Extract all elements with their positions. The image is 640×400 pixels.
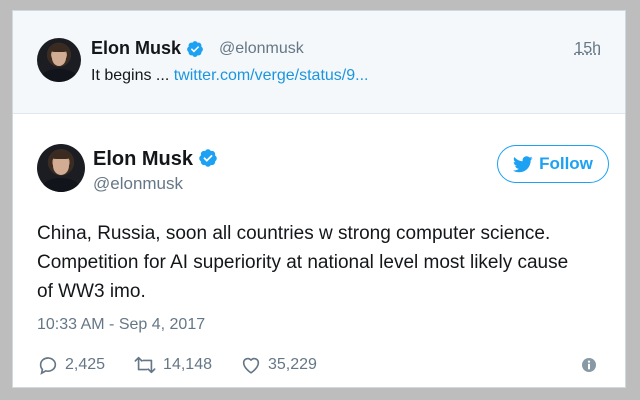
parent-author-handle[interactable]: @elonmusk	[219, 40, 304, 58]
follow-label: Follow	[539, 154, 593, 173]
heart-icon	[242, 357, 260, 374]
author-name-text[interactable]: Elon Musk	[91, 38, 181, 58]
follow-button[interactable]: Follow	[497, 145, 609, 183]
parent-tweet-link[interactable]: twitter.com/verge/status/9...	[174, 67, 369, 84]
verified-badge-icon	[187, 41, 203, 58]
reply-count: 2,425	[65, 356, 106, 373]
tweet-text-line: China, Russia, soon all countries w stro…	[37, 223, 551, 244]
tweet-actions: 2,425 14,148 35,229	[37, 353, 345, 377]
parent-timestamp[interactable]: 15h	[574, 40, 601, 58]
reply-button[interactable]: 2,425	[37, 354, 105, 376]
tweet-text-line: Competition for AI superiority at nation…	[37, 252, 569, 273]
tweet-text-line: of WW3 imo.	[37, 281, 146, 302]
tweet-card: Elon Musk @elonmusk 15h It begins ... tw…	[12, 10, 626, 388]
avatar[interactable]	[37, 38, 81, 82]
tweet-timestamp[interactable]: 10:33 AM - Sep 4, 2017	[37, 316, 205, 334]
parent-tweet[interactable]: Elon Musk @elonmusk 15h It begins ... tw…	[13, 11, 625, 114]
retweet-count: 14,148	[163, 356, 212, 373]
author-handle[interactable]: @elonmusk	[93, 174, 183, 194]
like-count: 35,229	[267, 356, 317, 373]
info-icon[interactable]	[581, 357, 597, 373]
retweet-icon	[134, 356, 156, 374]
like-button[interactable]: 35,229	[240, 354, 317, 376]
parent-tweet-text: It begins ... twitter.com/verge/status/9…	[91, 67, 368, 85]
verified-badge-icon	[199, 148, 217, 167]
retweet-button[interactable]: 14,148	[133, 354, 212, 376]
tweet-text: China, Russia, soon all countries w stro…	[37, 219, 607, 306]
author-name-text[interactable]: Elon Musk	[93, 148, 193, 170]
author-name[interactable]: Elon Musk	[93, 148, 218, 171]
parent-text-prefix: It begins ...	[91, 67, 174, 84]
twitter-bird-icon	[513, 155, 533, 172]
reply-icon	[39, 357, 57, 375]
avatar[interactable]	[37, 144, 85, 192]
parent-author-name[interactable]: Elon Musk	[91, 38, 204, 59]
